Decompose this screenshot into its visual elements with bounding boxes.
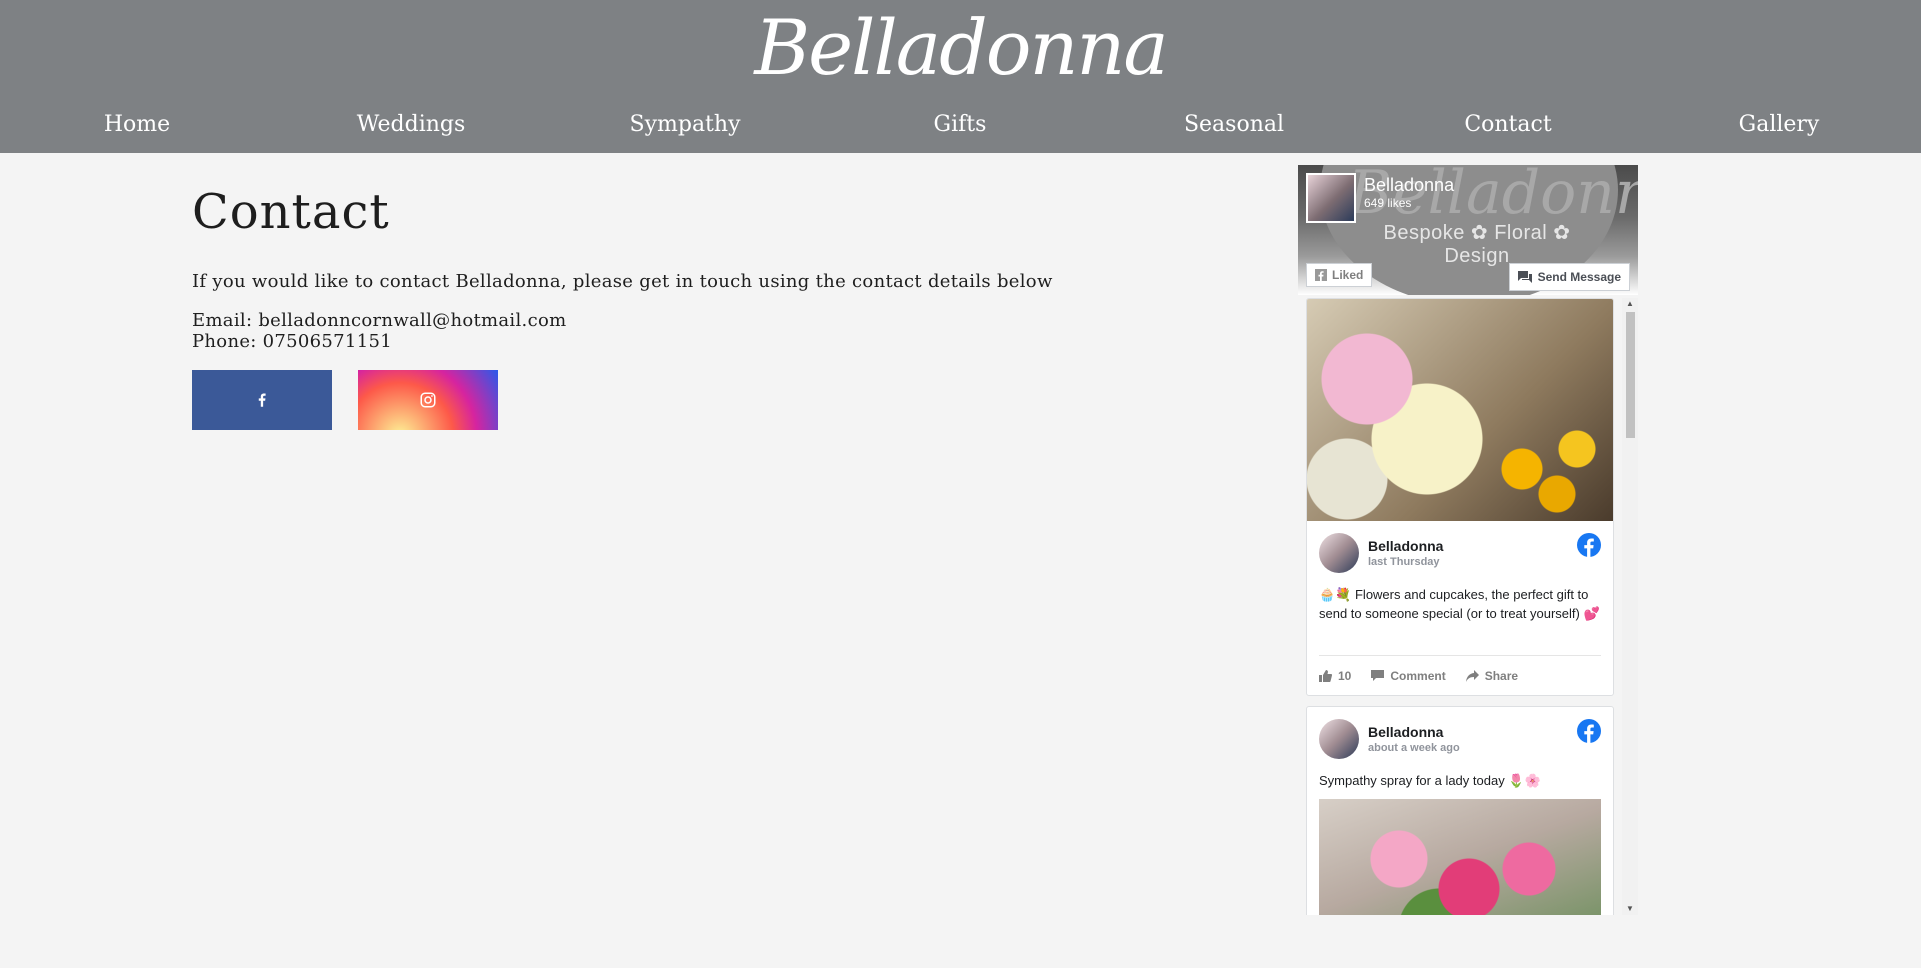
phone-line[interactable]: Phone: 07506571151 — [192, 331, 1192, 352]
post-header: Belladonna last Thursday — [1319, 533, 1601, 573]
share-action[interactable]: Share — [1465, 669, 1519, 683]
share-label: Share — [1484, 669, 1519, 683]
send-message-label: Send Message — [1537, 270, 1621, 284]
instagram-button[interactable] — [358, 370, 498, 430]
site-logo[interactable]: Belladonna — [0, 0, 1921, 96]
feed-post[interactable]: Belladonna last Thursday 🧁💐 Flowers and … — [1306, 298, 1614, 696]
cover-tagline: Bespoke ✿ Floral ✿ Design — [1383, 222, 1571, 267]
nav-seasonal[interactable]: Seasonal — [1184, 103, 1284, 147]
contact-intro: If you would like to contact Belladonna,… — [192, 271, 1053, 292]
feed-post[interactable]: Belladonna about a week ago Sympathy spr… — [1306, 706, 1614, 915]
nav-gallery[interactable]: Gallery — [1739, 103, 1820, 147]
comment-label: Comment — [1390, 669, 1446, 683]
liked-label: Liked — [1332, 268, 1364, 282]
site-header: Belladonna Home Weddings Sympathy Gifts … — [0, 0, 1921, 153]
message-icon — [1517, 271, 1532, 283]
nav-contact[interactable]: Contact — [1464, 103, 1551, 147]
post-author[interactable]: Belladonna — [1368, 538, 1443, 554]
like-count: 10 — [1338, 669, 1352, 683]
post-text: 🧁💐 Flowers and cupcakes, the perfect gif… — [1319, 587, 1600, 621]
post-time[interactable]: about a week ago — [1368, 742, 1460, 754]
post-photo[interactable] — [1307, 299, 1613, 521]
contact-details: Email: belladonncornwall@hotmail.com Pho… — [192, 310, 1192, 352]
post-actions: 10 Comment Share — [1319, 655, 1601, 695]
send-message-button[interactable]: Send Message — [1508, 263, 1630, 291]
widget-cover[interactable]: Belladonna Bespoke ✿ Floral ✿ Design Bel… — [1298, 165, 1638, 295]
post-text: Sympathy spray for a lady today 🌷🌸 — [1319, 773, 1541, 788]
nav-home[interactable]: Home — [104, 103, 170, 147]
main-nav: Home Weddings Sympathy Gifts Seasonal Co… — [0, 103, 1921, 147]
widget-page-name[interactable]: Belladonna — [1364, 175, 1454, 196]
share-icon — [1465, 670, 1479, 682]
post-time[interactable]: last Thursday — [1368, 556, 1440, 568]
scroll-down-arrow-icon[interactable]: ▼ — [1622, 903, 1638, 915]
liked-button[interactable]: Liked — [1306, 263, 1373, 287]
like-action[interactable]: 10 — [1319, 669, 1351, 683]
post-photo[interactable] — [1319, 799, 1601, 915]
instagram-icon — [420, 392, 436, 408]
avatar[interactable] — [1319, 719, 1359, 759]
post-header: Belladonna about a week ago — [1319, 719, 1601, 759]
facebook-icon — [258, 393, 266, 407]
nav-gifts[interactable]: Gifts — [934, 103, 987, 147]
page-profile-picture[interactable] — [1306, 173, 1356, 223]
facebook-logo-icon[interactable] — [1577, 533, 1601, 557]
widget-scrollbar[interactable]: ▲ ▼ — [1622, 298, 1638, 915]
main-content: Contact If you would like to contact Bel… — [192, 180, 1192, 430]
facebook-button[interactable] — [192, 370, 332, 430]
social-links — [192, 370, 1192, 430]
email-line[interactable]: Email: belladonncornwall@hotmail.com — [192, 310, 1192, 331]
nav-weddings[interactable]: Weddings — [357, 103, 466, 147]
nav-sympathy[interactable]: Sympathy — [630, 103, 741, 147]
widget-feed[interactable]: Belladonna last Thursday 🧁💐 Flowers and … — [1298, 298, 1638, 915]
avatar[interactable] — [1319, 533, 1359, 573]
comment-icon — [1371, 670, 1385, 681]
scroll-up-arrow-icon[interactable]: ▲ — [1622, 298, 1638, 310]
comment-action[interactable]: Comment — [1371, 669, 1446, 683]
page-title: Contact — [192, 184, 390, 240]
scroll-thumb[interactable] — [1626, 312, 1635, 438]
facebook-logo-icon[interactable] — [1577, 719, 1601, 743]
widget-page-likes: 649 likes — [1364, 196, 1412, 210]
facebook-small-icon — [1315, 269, 1327, 281]
thumbs-up-icon — [1319, 670, 1332, 682]
facebook-page-widget: Belladonna Bespoke ✿ Floral ✿ Design Bel… — [1298, 165, 1638, 915]
post-author[interactable]: Belladonna — [1368, 724, 1443, 740]
